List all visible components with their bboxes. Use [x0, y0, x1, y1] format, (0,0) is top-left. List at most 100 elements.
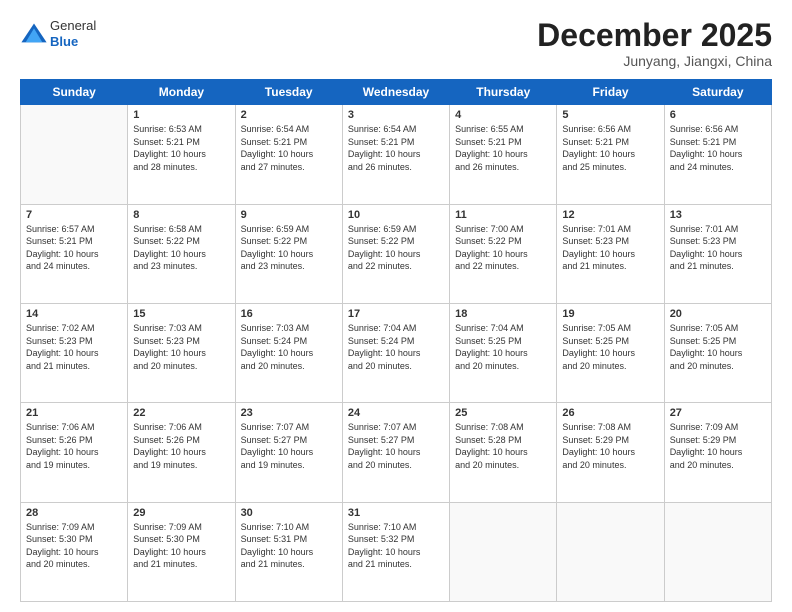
table-row: 29 Sunrise: 7:09 AM Sunset: 5:30 PM Dayli… [128, 502, 235, 601]
calendar-week-2: 7Sunrise: 6:57 AM Sunset: 5:21 PM Daylig… [21, 204, 772, 303]
cell-content: Sunrise: 7:05 AM Sunset: 5:25 PM Dayligh… [562, 322, 658, 372]
table-row: 1 Sunrise: 6:53 AM Sunset: 5:21 PM Daylig… [128, 105, 235, 204]
logo: General Blue [20, 18, 96, 49]
day-number: 5 [562, 109, 658, 121]
table-row: 20Sunrise: 7:05 AM Sunset: 5:25 PM Dayli… [664, 303, 771, 402]
cell-content: Sunrise: 6:57 AM Sunset: 5:21 PM Dayligh… [26, 223, 122, 273]
logo-icon [20, 20, 48, 48]
cell-content: Sunrise: 6:53 AM Sunset: 5:21 PM Dayligh… [133, 123, 229, 173]
month-title: December 2025 [537, 18, 772, 53]
day-number: 4 [455, 109, 551, 121]
table-row [664, 502, 771, 601]
day-number: 2 [241, 109, 337, 121]
cell-content: Sunrise: 7:06 AM Sunset: 5:26 PM Dayligh… [133, 421, 229, 471]
cell-content: Sunrise: 6:56 AM Sunset: 5:21 PM Dayligh… [562, 123, 658, 173]
cell-content: Sunrise: 7:09 AM Sunset: 5:30 PM Dayligh… [133, 521, 229, 571]
day-number: 19 [562, 308, 658, 320]
day-number: 24 [348, 407, 444, 419]
table-row: 28 Sunrise: 7:09 AM Sunset: 5:30 PM Dayli… [21, 502, 128, 601]
day-number: 11 [455, 209, 551, 221]
day-number: 14 [26, 308, 122, 320]
col-tuesday: Tuesday [235, 80, 342, 105]
table-row: 11Sunrise: 7:00 AM Sunset: 5:22 PM Dayli… [450, 204, 557, 303]
day-number: 18 [455, 308, 551, 320]
day-number: 9 [241, 209, 337, 221]
cell-content: Sunrise: 7:03 AM Sunset: 5:23 PM Dayligh… [133, 322, 229, 372]
table-row: 14 Sunrise: 7:02 AM Sunset: 5:23 PM Dayli… [21, 303, 128, 402]
day-number: 22 [133, 407, 229, 419]
day-number: 27 [670, 407, 766, 419]
day-number: 6 [670, 109, 766, 121]
cell-content: Sunrise: 6:54 AM Sunset: 5:21 PM Dayligh… [241, 123, 337, 173]
cell-content: Sunrise: 7:08 AM Sunset: 5:29 PM Dayligh… [562, 421, 658, 471]
cell-content: Sunrise: 7:10 AM Sunset: 5:31 PM Dayligh… [241, 521, 337, 571]
table-row: 15 Sunrise: 7:03 AM Sunset: 5:23 PM Dayli… [128, 303, 235, 402]
cell-content: Sunrise: 7:04 AM Sunset: 5:24 PM Dayligh… [348, 322, 444, 372]
cell-content: Sunrise: 7:04 AM Sunset: 5:25 PM Dayligh… [455, 322, 551, 372]
table-row: 24 Sunrise: 7:07 AM Sunset: 5:27 PM Dayli… [342, 403, 449, 502]
logo-blue: Blue [50, 34, 78, 49]
cell-content: Sunrise: 7:07 AM Sunset: 5:27 PM Dayligh… [348, 421, 444, 471]
cell-content: Sunrise: 6:58 AM Sunset: 5:22 PM Dayligh… [133, 223, 229, 273]
cell-content: Sunrise: 6:59 AM Sunset: 5:22 PM Dayligh… [348, 223, 444, 273]
table-row [21, 105, 128, 204]
calendar-body: 1 Sunrise: 6:53 AM Sunset: 5:21 PM Daylig… [21, 105, 772, 602]
table-row: 27 Sunrise: 7:09 AM Sunset: 5:29 PM Dayli… [664, 403, 771, 502]
cell-content: Sunrise: 7:02 AM Sunset: 5:23 PM Dayligh… [26, 322, 122, 372]
day-number: 1 [133, 109, 229, 121]
col-friday: Friday [557, 80, 664, 105]
table-row: 12Sunrise: 7:01 AM Sunset: 5:23 PM Dayli… [557, 204, 664, 303]
table-row: 16Sunrise: 7:03 AM Sunset: 5:24 PM Dayli… [235, 303, 342, 402]
location: Junyang, Jiangxi, China [537, 53, 772, 69]
col-sunday: Sunday [21, 80, 128, 105]
day-number: 8 [133, 209, 229, 221]
cell-content: Sunrise: 7:01 AM Sunset: 5:23 PM Dayligh… [562, 223, 658, 273]
day-number: 30 [241, 507, 337, 519]
table-row: 8 Sunrise: 6:58 AM Sunset: 5:22 PM Daylig… [128, 204, 235, 303]
cell-content: Sunrise: 7:09 AM Sunset: 5:29 PM Dayligh… [670, 421, 766, 471]
day-number: 21 [26, 407, 122, 419]
table-row: 23 Sunrise: 7:07 AM Sunset: 5:27 PM Dayli… [235, 403, 342, 502]
table-row: 26 Sunrise: 7:08 AM Sunset: 5:29 PM Dayli… [557, 403, 664, 502]
col-monday: Monday [128, 80, 235, 105]
page: General Blue December 2025 Junyang, Jian… [0, 0, 792, 612]
logo-text: General Blue [50, 18, 96, 49]
day-number: 13 [670, 209, 766, 221]
day-number: 23 [241, 407, 337, 419]
day-number: 15 [133, 308, 229, 320]
table-row: 17Sunrise: 7:04 AM Sunset: 5:24 PM Dayli… [342, 303, 449, 402]
table-row: 9Sunrise: 6:59 AM Sunset: 5:22 PM Daylig… [235, 204, 342, 303]
calendar-week-4: 21 Sunrise: 7:06 AM Sunset: 5:26 PM Dayli… [21, 403, 772, 502]
cell-content: Sunrise: 7:07 AM Sunset: 5:27 PM Dayligh… [241, 421, 337, 471]
table-row: 7Sunrise: 6:57 AM Sunset: 5:21 PM Daylig… [21, 204, 128, 303]
table-row: 13 Sunrise: 7:01 AM Sunset: 5:23 PM Dayli… [664, 204, 771, 303]
cell-content: Sunrise: 6:55 AM Sunset: 5:21 PM Dayligh… [455, 123, 551, 173]
calendar-week-1: 1 Sunrise: 6:53 AM Sunset: 5:21 PM Daylig… [21, 105, 772, 204]
table-row [450, 502, 557, 601]
cell-content: Sunrise: 7:01 AM Sunset: 5:23 PM Dayligh… [670, 223, 766, 273]
title-block: December 2025 Junyang, Jiangxi, China [537, 18, 772, 69]
day-number: 28 [26, 507, 122, 519]
table-row [557, 502, 664, 601]
table-row: 10 Sunrise: 6:59 AM Sunset: 5:22 PM Dayli… [342, 204, 449, 303]
day-number: 10 [348, 209, 444, 221]
table-row: 30 Sunrise: 7:10 AM Sunset: 5:31 PM Dayli… [235, 502, 342, 601]
calendar-week-5: 28 Sunrise: 7:09 AM Sunset: 5:30 PM Dayli… [21, 502, 772, 601]
day-number: 16 [241, 308, 337, 320]
day-number: 3 [348, 109, 444, 121]
cell-content: Sunrise: 6:54 AM Sunset: 5:21 PM Dayligh… [348, 123, 444, 173]
cell-content: Sunrise: 7:09 AM Sunset: 5:30 PM Dayligh… [26, 521, 122, 571]
table-row: 6Sunrise: 6:56 AM Sunset: 5:21 PM Daylig… [664, 105, 771, 204]
table-row: 25Sunrise: 7:08 AM Sunset: 5:28 PM Dayli… [450, 403, 557, 502]
cell-content: Sunrise: 7:06 AM Sunset: 5:26 PM Dayligh… [26, 421, 122, 471]
table-row: 2 Sunrise: 6:54 AM Sunset: 5:21 PM Daylig… [235, 105, 342, 204]
calendar-week-3: 14 Sunrise: 7:02 AM Sunset: 5:23 PM Dayli… [21, 303, 772, 402]
day-number: 20 [670, 308, 766, 320]
table-row: 31Sunrise: 7:10 AM Sunset: 5:32 PM Dayli… [342, 502, 449, 601]
table-row: 19 Sunrise: 7:05 AM Sunset: 5:25 PM Dayli… [557, 303, 664, 402]
cell-content: Sunrise: 7:10 AM Sunset: 5:32 PM Dayligh… [348, 521, 444, 571]
day-number: 26 [562, 407, 658, 419]
col-wednesday: Wednesday [342, 80, 449, 105]
day-number: 29 [133, 507, 229, 519]
table-row: 22 Sunrise: 7:06 AM Sunset: 5:26 PM Dayli… [128, 403, 235, 502]
